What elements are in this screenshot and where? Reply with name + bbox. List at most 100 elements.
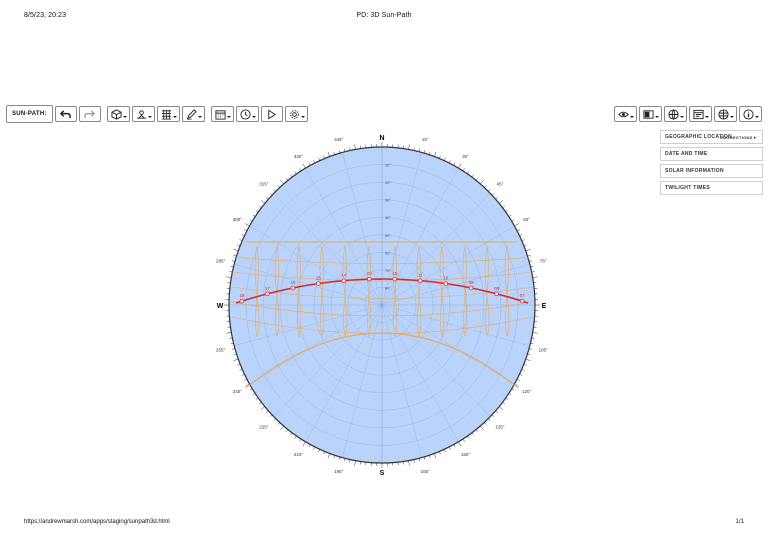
- rim-tick: [471, 432, 474, 436]
- hour-marker: [341, 278, 346, 283]
- rim-tick: [327, 151, 330, 157]
- rim-tick: [519, 234, 523, 236]
- play-button[interactable]: [260, 106, 283, 122]
- hour-label: 15: [316, 276, 322, 281]
- sunpath-toolbar: SUN-PATH:: [6, 105, 308, 123]
- page-title: PD: 3D Sun-Path: [356, 12, 412, 19]
- undo-icon: [60, 109, 72, 118]
- rim-tick: [244, 378, 248, 381]
- rim-tick: [444, 449, 446, 453]
- rim-tick: [269, 192, 273, 196]
- dialog-button[interactable]: [689, 106, 712, 122]
- info-button[interactable]: [739, 106, 762, 122]
- draw-button[interactable]: [181, 106, 205, 122]
- hour-marker: [494, 291, 499, 297]
- rim-tick: [249, 219, 253, 222]
- rim-tick: [323, 155, 325, 159]
- rim-tick: [302, 441, 306, 447]
- rim-tick: [285, 429, 289, 433]
- view-mode-button[interactable]: [106, 106, 130, 122]
- rim-tick: [233, 249, 239, 252]
- hour-label: 18: [239, 293, 245, 298]
- hour-marker: [468, 285, 474, 291]
- rim-tick: [318, 449, 320, 453]
- azimuth-label: 300°: [233, 217, 243, 222]
- redo-button[interactable]: [78, 106, 101, 122]
- twilight-times-section[interactable]: TWILIGHT TIMES: [660, 181, 763, 195]
- rim-tick: [280, 179, 284, 185]
- rim-tick: [458, 163, 462, 169]
- rim-tick: [448, 160, 451, 164]
- date-time-section[interactable]: DATE AND TIME: [660, 147, 763, 161]
- sun-tilt-button[interactable]: [131, 106, 155, 122]
- calendar-icon: [215, 109, 226, 120]
- rim-tick: [290, 174, 293, 178]
- rim-tick: [502, 402, 506, 405]
- rim-tick: [505, 397, 509, 400]
- rim-tick: [508, 214, 512, 217]
- globe-icon: [668, 108, 679, 120]
- info-icon: [743, 108, 754, 120]
- undo-button[interactable]: [54, 106, 77, 122]
- display-toolbar: [614, 105, 762, 123]
- rim-tick: [299, 438, 302, 442]
- rim-tick: [467, 435, 470, 439]
- world-button[interactable]: [714, 106, 737, 122]
- rim-tick: [285, 177, 289, 181]
- hour-label: 13: [367, 271, 373, 276]
- rim-tick: [313, 446, 316, 450]
- clock-icon: [240, 108, 251, 120]
- rim-tick: [453, 162, 456, 166]
- hour-marker: [316, 281, 321, 286]
- west-label: W: [217, 303, 224, 310]
- rim-tick: [226, 276, 232, 278]
- rim-tick: [525, 358, 531, 361]
- sun-tilt-icon: [136, 109, 146, 119]
- north-label: N: [379, 135, 384, 142]
- pen-icon: [186, 108, 197, 120]
- settings-button[interactable]: [284, 106, 308, 122]
- rim-tick: [471, 174, 474, 178]
- time-button[interactable]: [235, 106, 259, 122]
- rim-tick: [408, 460, 410, 466]
- dialog-icon: [693, 109, 704, 119]
- rim-tick: [354, 144, 356, 150]
- hour-label: 16: [290, 280, 296, 285]
- rim-tick: [408, 144, 410, 150]
- rim-tick: [241, 374, 245, 376]
- rim-tick: [273, 418, 276, 421]
- rim-tick: [245, 223, 250, 227]
- altitude-label: 30°: [385, 199, 391, 203]
- grid-button[interactable]: [156, 106, 180, 122]
- rim-tick: [241, 234, 245, 236]
- azimuth-label: 255°: [216, 348, 226, 353]
- display-button[interactable]: [639, 106, 662, 122]
- rim-tick: [480, 425, 484, 431]
- rim-tick: [255, 210, 259, 213]
- altitude-label: 40°: [385, 216, 391, 220]
- solar-information-section[interactable]: SOLAR INFORMATION: [660, 164, 763, 178]
- play-icon: [268, 109, 277, 119]
- azimuth-label: 75°: [540, 258, 547, 263]
- date-button[interactable]: [210, 106, 234, 122]
- rim-tick: [277, 185, 280, 188]
- rim-tick: [462, 438, 465, 442]
- hour-label: 11: [418, 273, 423, 278]
- globe-button[interactable]: [664, 106, 687, 122]
- rim-tick: [260, 200, 265, 204]
- hour-label: 17: [265, 286, 271, 291]
- twilight-times-label: TWILIGHT TIMES: [665, 185, 711, 191]
- sunpath-diagram[interactable]: 15° 30° 45° 60° 75° 105° 120° 135° 150° 165° 195° 2…: [200, 128, 570, 483]
- location-suggestions-dropdown[interactable]: SUGGESTIONS: [720, 135, 756, 140]
- rim-tick: [448, 446, 451, 450]
- hour-label: 09: [469, 280, 475, 285]
- hour-marker: [290, 285, 296, 291]
- geographic-location-section[interactable]: GEOGRAPHIC LOCATION SUGGESTIONS: [660, 130, 763, 144]
- hour-label: 07: [520, 293, 526, 298]
- azimuth-label: 285°: [216, 258, 226, 263]
- azimuth-label: 225°: [259, 425, 269, 430]
- rim-tick: [508, 393, 512, 396]
- page-url: https://andrewmarsh.com/apps/staging/sun…: [24, 519, 170, 525]
- rim-tick: [499, 200, 504, 204]
- visibility-button[interactable]: [614, 106, 637, 122]
